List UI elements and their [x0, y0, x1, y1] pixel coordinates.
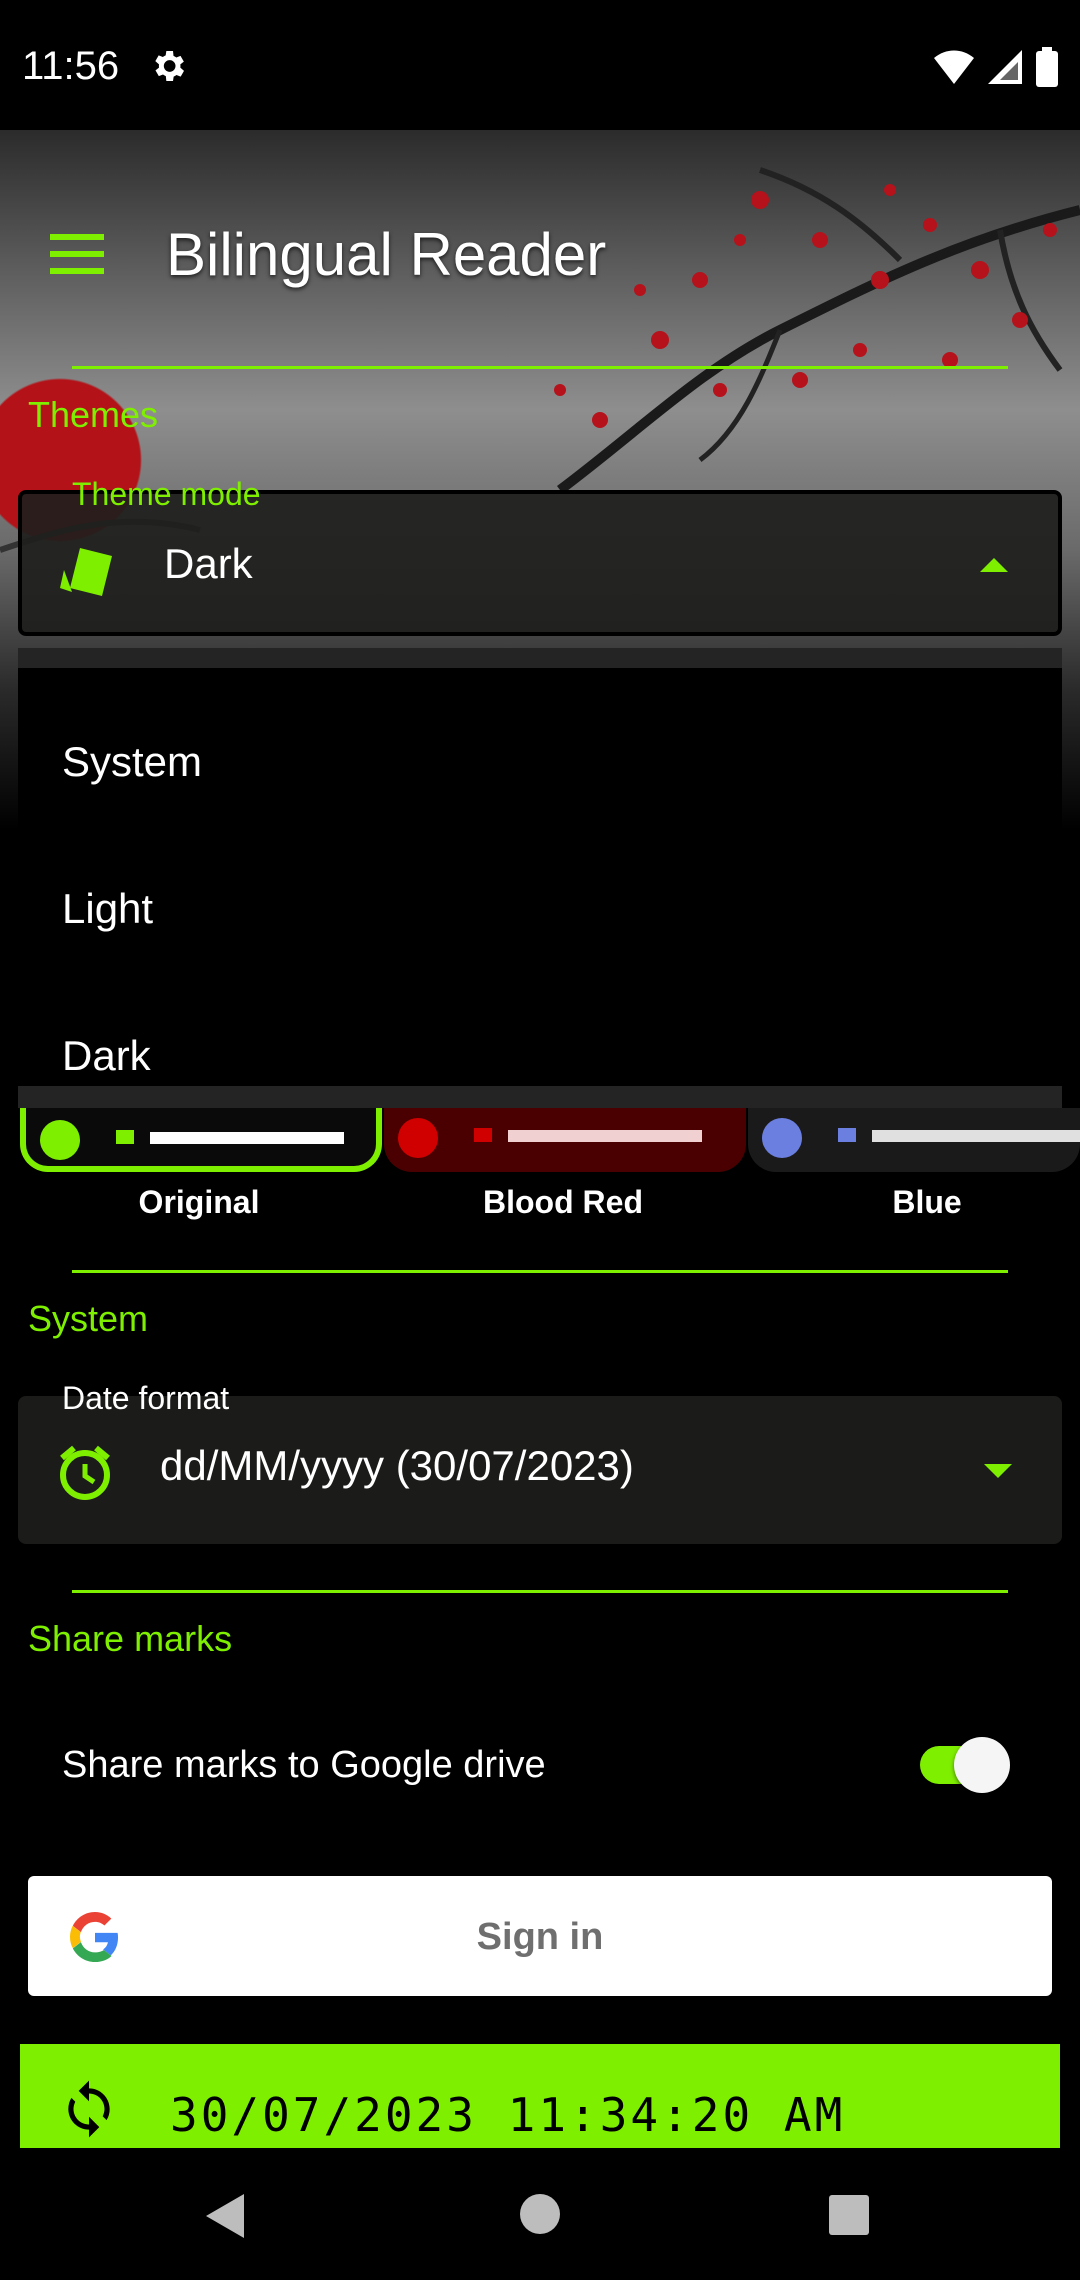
status-time: 11:56	[22, 44, 120, 88]
system-navigation-bar	[0, 2148, 1080, 2280]
theme-card-blood-red[interactable]	[384, 1108, 746, 1172]
menu-item-system[interactable]: System	[62, 738, 202, 786]
wifi-icon	[934, 50, 974, 84]
home-icon[interactable]	[518, 2192, 562, 2236]
share-marks-toggle-label: Share marks to Google drive	[62, 1744, 546, 1786]
sign-in-label: Sign in	[476, 1916, 604, 1958]
theme-color-square	[838, 1128, 856, 1142]
sync-icon	[68, 2080, 110, 2138]
last-sync-timestamp: 30/07/2023 11:34:20 AM	[170, 2088, 846, 2142]
date-format-value: dd/MM/yyyy (30/07/2023)	[160, 1442, 634, 1489]
theme-card-label: Original	[138, 1184, 260, 1220]
cellular-signal-icon	[988, 50, 1022, 84]
theme-preview-bar	[150, 1132, 344, 1144]
theme-card-original[interactable]	[20, 1108, 382, 1172]
section-title-themes: Themes	[28, 394, 159, 435]
sync-button[interactable]: 30/07/2023 11:34:20 AM	[20, 2044, 1060, 2148]
divider	[72, 1270, 1008, 1273]
battery-icon	[1036, 47, 1058, 87]
theme-color-square	[474, 1128, 492, 1142]
theme-preview-bar	[872, 1130, 1080, 1142]
theme-color-square	[116, 1130, 134, 1144]
theme-mode-dropdown[interactable]: Theme mode Dark	[18, 476, 1062, 636]
date-format-label: Date format	[62, 1380, 230, 1416]
section-title-system: System	[28, 1298, 149, 1339]
theme-preview-bar	[508, 1130, 702, 1142]
chevron-down-icon	[984, 1464, 1012, 1478]
theme-color-dot	[398, 1118, 438, 1158]
theme-color-dot	[40, 1120, 80, 1160]
theme-color-dot	[762, 1118, 802, 1158]
settings-gear-icon	[155, 51, 184, 81]
theme-mode-value: Dark	[164, 540, 253, 587]
clock-timer-icon	[60, 1445, 110, 1500]
app-title: Bilingual Reader	[166, 221, 607, 288]
color-theme-list: Original Blood Red Blue	[0, 1108, 1080, 1220]
date-format-dropdown[interactable]: Date format dd/MM/yyyy (30/07/2023)	[18, 1380, 1062, 1544]
status-icons	[934, 46, 1058, 88]
recents-icon[interactable]	[828, 2194, 870, 2236]
app-toolbar: Bilingual Reader	[0, 200, 1080, 310]
menu-item-light[interactable]: Light	[62, 885, 153, 933]
menu-item-dark[interactable]: Dark	[62, 1032, 151, 1080]
back-icon[interactable]	[204, 2192, 248, 2240]
theme-mode-menu: System Light Dark	[18, 648, 1062, 1108]
screen: 11:56 Bilingual Reader Themes Theme mode…	[0, 0, 1080, 2280]
switch-thumb[interactable]	[954, 1737, 1010, 1793]
hamburger-menu-icon[interactable]	[50, 234, 104, 274]
section-title-share-marks: Share marks	[28, 1618, 233, 1659]
theme-card-label: Blue	[892, 1184, 962, 1220]
status-bar: 11:56	[0, 0, 1080, 130]
divider	[72, 1590, 1008, 1593]
palette-swatch-icon	[60, 548, 112, 596]
google-sign-in-button[interactable]: Sign in	[28, 1876, 1052, 1996]
theme-card-blue[interactable]	[748, 1108, 1080, 1172]
chevron-up-icon	[980, 558, 1008, 572]
divider	[72, 366, 1008, 369]
theme-card-label: Blood Red	[483, 1184, 643, 1220]
theme-mode-label: Theme mode	[72, 476, 261, 512]
